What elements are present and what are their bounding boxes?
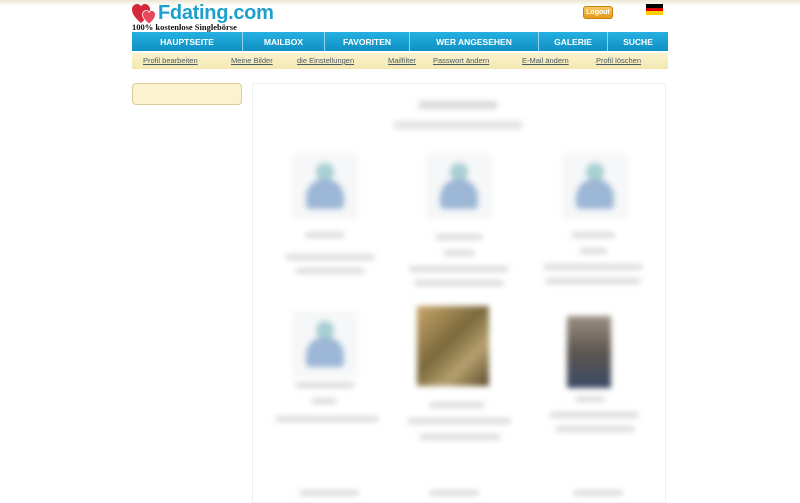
placeholder-line bbox=[299, 490, 359, 496]
profile-card[interactable] bbox=[399, 306, 519, 456]
german-flag-icon[interactable] bbox=[646, 4, 663, 15]
placeholder-line bbox=[435, 234, 483, 240]
placeholder-line bbox=[555, 426, 635, 432]
placeholder-line bbox=[311, 398, 337, 404]
subnav-email-aendern[interactable]: E-Mail ändern bbox=[522, 56, 569, 65]
nav-item-wer-angesehen[interactable]: WER ANGESEHEN bbox=[410, 32, 539, 51]
top-band bbox=[0, 0, 800, 6]
placeholder-line bbox=[305, 232, 345, 238]
blurred-profile-grid bbox=[253, 84, 665, 502]
placeholder-line bbox=[409, 266, 509, 272]
subnav-profil-bearbeiten[interactable]: Profil bearbeiten bbox=[143, 56, 198, 65]
avatar-body-shape bbox=[440, 179, 478, 209]
profile-card[interactable] bbox=[399, 154, 519, 304]
placeholder-line bbox=[443, 250, 475, 256]
placeholder-line bbox=[545, 278, 641, 284]
placeholder-line bbox=[414, 280, 504, 286]
placeholder-line bbox=[579, 248, 607, 254]
placeholder-line bbox=[285, 254, 375, 260]
placeholder-line bbox=[275, 416, 379, 422]
avatar bbox=[293, 312, 357, 376]
main-nav: HAUPTSEITE MAILBOX FAVORITEN WER ANGESEH… bbox=[132, 32, 668, 51]
sub-nav: Profil bearbeiten Meine Bilder die Einst… bbox=[132, 53, 668, 69]
nav-item-suche[interactable]: SUCHE bbox=[608, 32, 668, 51]
flag-stripe-gold bbox=[646, 11, 663, 15]
subnav-passwort-aendern[interactable]: Passwort ändern bbox=[433, 56, 489, 65]
content-subtitle-placeholder bbox=[393, 121, 523, 129]
avatar-body-shape bbox=[306, 337, 344, 367]
placeholder-line bbox=[575, 396, 605, 402]
nav-item-favoriten[interactable]: FAVORITEN bbox=[325, 32, 410, 51]
placeholder-line bbox=[543, 264, 643, 270]
tagline: 100% kostenlose Singlebörse bbox=[132, 22, 237, 32]
sidebar-box bbox=[132, 83, 242, 105]
avatar bbox=[563, 154, 627, 218]
placeholder-line bbox=[407, 418, 511, 424]
placeholder-line bbox=[571, 232, 615, 238]
profile-photo bbox=[567, 316, 611, 388]
placeholder-line bbox=[429, 490, 479, 496]
nav-item-hauptseite[interactable]: HAUPTSEITE bbox=[132, 32, 243, 51]
profile-photo bbox=[417, 306, 489, 386]
main-content bbox=[252, 83, 666, 503]
placeholder-line bbox=[295, 382, 355, 388]
profile-card[interactable] bbox=[265, 312, 385, 462]
placeholder-line bbox=[573, 490, 623, 496]
nav-item-galerie[interactable]: GALERIE bbox=[539, 32, 608, 51]
nav-item-mailbox[interactable]: MAILBOX bbox=[243, 32, 325, 51]
subnav-einstellungen[interactable]: die Einstellungen bbox=[297, 56, 354, 65]
logout-button[interactable]: Logout bbox=[583, 6, 613, 19]
profile-card[interactable] bbox=[535, 154, 655, 304]
subnav-mailfilter[interactable]: Mailfilter bbox=[388, 56, 416, 65]
placeholder-line bbox=[419, 434, 501, 440]
subnav-meine-bilder[interactable]: Meine Bilder bbox=[231, 56, 273, 65]
avatar bbox=[293, 154, 357, 218]
profile-card[interactable] bbox=[265, 154, 385, 304]
avatar-body-shape bbox=[576, 179, 614, 209]
placeholder-line bbox=[295, 268, 365, 274]
placeholder-line bbox=[549, 412, 639, 418]
profile-card[interactable] bbox=[535, 306, 655, 456]
avatar-body-shape bbox=[306, 179, 344, 209]
placeholder-line bbox=[429, 402, 485, 408]
avatar bbox=[427, 154, 491, 218]
subnav-profil-loeschen[interactable]: Profil löschen bbox=[596, 56, 641, 65]
content-title-placeholder bbox=[418, 101, 498, 109]
